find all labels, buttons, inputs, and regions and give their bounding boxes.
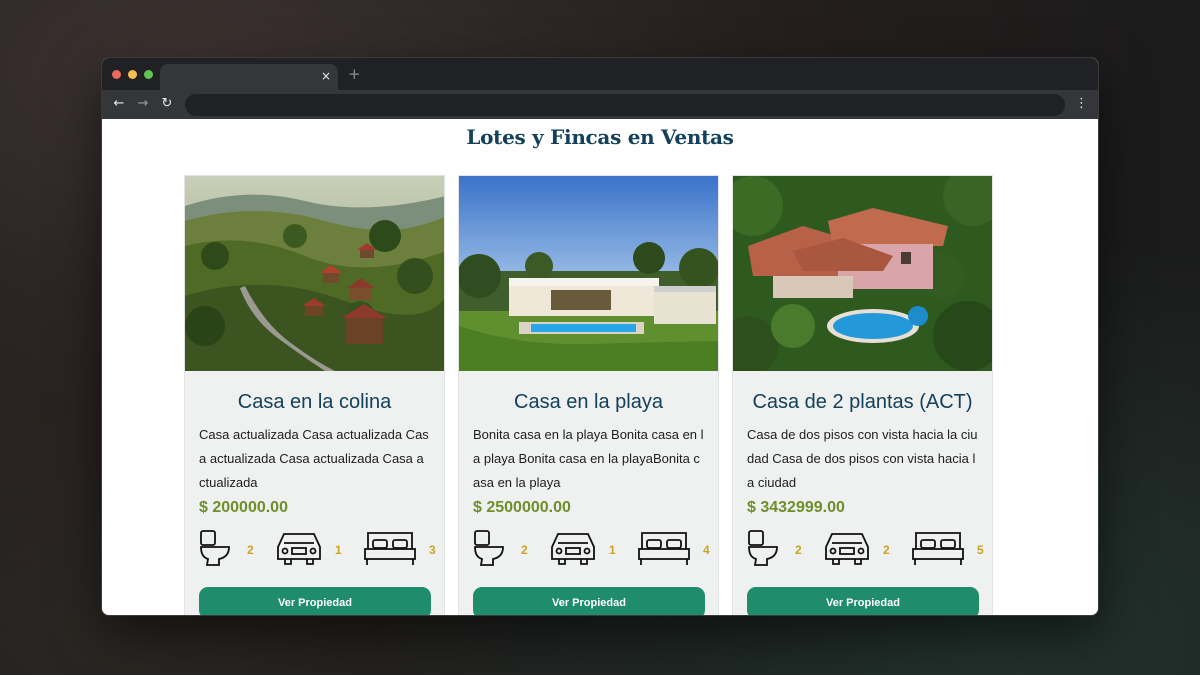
browser-toolbar: ← → ↻ ⋮: [102, 90, 1098, 119]
window-controls: [112, 70, 153, 79]
garage-feature: 1: [275, 529, 349, 572]
browser-window: × + ← → ↻ ⋮ Lotes y Fincas en Ventas Cas…: [101, 57, 1099, 616]
property-features: 2 1: [473, 529, 710, 572]
browser-tab[interactable]: ×: [160, 64, 338, 90]
car-icon: [823, 529, 871, 572]
close-window-button[interactable]: [112, 70, 121, 79]
property-price: $ 2500000.00: [473, 499, 571, 516]
bathroom-feature: 2: [747, 529, 809, 572]
property-title: Casa en la colina: [237, 391, 392, 413]
garage-count: 1: [335, 543, 342, 557]
toilet-icon: [199, 529, 235, 572]
page-viewport: Lotes y Fincas en Ventas Casa en la coli…: [102, 119, 1098, 615]
property-card: Casa de 2 plantas (ACT) Casa de dos piso…: [732, 175, 993, 615]
property-image: [185, 176, 444, 371]
bathroom-count: 2: [247, 543, 254, 557]
bathroom-count: 2: [795, 543, 802, 557]
garage-feature: 1: [549, 529, 623, 572]
property-card: Casa en la playa Bonita casa en la playa…: [458, 175, 719, 615]
back-icon[interactable]: ←: [110, 95, 128, 113]
bedroom-feature: 3: [363, 529, 443, 572]
property-card: Casa en la colina Casa actualizada Casa …: [184, 175, 445, 615]
property-title: Casa de 2 plantas (ACT): [752, 391, 973, 413]
car-icon: [275, 529, 323, 572]
bed-icon: [637, 529, 691, 572]
bed-icon: [363, 529, 417, 572]
bed-icon: [911, 529, 965, 572]
property-price: $ 200000.00: [199, 499, 288, 516]
bathroom-feature: 2: [199, 529, 261, 572]
car-icon: [549, 529, 597, 572]
menu-icon[interactable]: ⋮: [1075, 95, 1088, 113]
bathroom-feature: 2: [473, 529, 535, 572]
close-tab-icon[interactable]: ×: [321, 68, 331, 84]
toilet-icon: [747, 529, 783, 572]
address-bar[interactable]: [185, 94, 1065, 116]
garage-count: 1: [609, 543, 616, 557]
toilet-icon: [473, 529, 509, 572]
bedroom-count: 4: [703, 543, 710, 557]
bedroom-feature: 4: [637, 529, 717, 572]
view-property-button[interactable]: Ver Propiedad: [473, 587, 705, 615]
property-image: [733, 176, 992, 371]
reload-icon[interactable]: ↻: [158, 95, 176, 113]
view-property-button[interactable]: Ver Propiedad: [199, 587, 431, 615]
bathroom-count: 2: [521, 543, 528, 557]
property-description: Casa actualizada Casa actualizada Casa a…: [199, 427, 429, 490]
view-property-button[interactable]: Ver Propiedad: [747, 587, 979, 615]
page-title: Lotes y Fincas en Ventas: [466, 125, 734, 149]
bedroom-count: 3: [429, 543, 436, 557]
minimize-window-button[interactable]: [128, 70, 137, 79]
maximize-window-button[interactable]: [144, 70, 153, 79]
forward-icon[interactable]: →: [134, 95, 152, 113]
tab-bar: × +: [102, 58, 1098, 90]
property-features: 2 2 5: [747, 529, 984, 572]
garage-count: 2: [883, 543, 890, 557]
bedroom-count: 5: [977, 543, 984, 557]
property-title: Casa en la playa: [514, 391, 663, 413]
garage-feature: 2: [823, 529, 897, 572]
property-description: Bonita casa en la playa Bonita casa en l…: [473, 427, 704, 490]
property-image: [459, 176, 718, 371]
property-price: $ 3432999.00: [747, 499, 845, 516]
bedroom-feature: 5: [911, 529, 991, 572]
property-features: 2 1: [199, 529, 436, 572]
property-description: Casa de dos pisos con vista hacia la ciu…: [747, 427, 978, 490]
new-tab-icon[interactable]: +: [348, 66, 361, 82]
